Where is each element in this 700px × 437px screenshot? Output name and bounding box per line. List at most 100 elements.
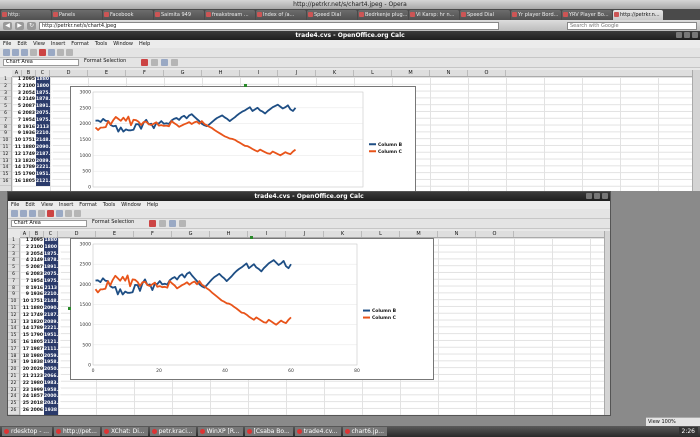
row-header[interactable]: 7 — [8, 279, 19, 286]
row-header[interactable]: 16 — [0, 179, 11, 186]
cell[interactable]: 1891.1 — [44, 265, 61, 272]
cell[interactable]: 7 — [12, 118, 22, 125]
column-header[interactable]: D — [58, 231, 96, 237]
resize-handle[interactable] — [244, 84, 247, 87]
cell[interactable]: 16 — [20, 340, 30, 347]
column-header[interactable]: K — [324, 231, 362, 237]
new-icon[interactable] — [11, 210, 18, 217]
browser-tab[interactable]: Facebook — [103, 10, 153, 20]
row-header[interactable]: 11 — [8, 306, 19, 313]
menu-item-view[interactable]: View — [41, 201, 53, 209]
cell[interactable]: 1749 — [30, 313, 44, 320]
menu-item-insert[interactable]: Insert — [59, 201, 73, 209]
cell[interactable]: 2100 — [22, 84, 36, 91]
taskbar-item[interactable]: XChat: Di... — [101, 427, 148, 436]
row-header[interactable]: 5 — [0, 104, 11, 111]
menu-item-help[interactable]: Help — [147, 201, 158, 209]
cell[interactable]: 2087 — [30, 265, 44, 272]
cell[interactable]: 2123 — [30, 374, 44, 381]
column-header[interactable]: F — [134, 231, 172, 237]
column-header[interactable]: G — [172, 231, 210, 237]
cell[interactable]: 2095 — [22, 77, 36, 84]
cell[interactable]: 1751 — [30, 299, 44, 306]
column-header[interactable]: M — [392, 70, 430, 76]
row-header[interactable]: 10 — [0, 138, 11, 145]
cell[interactable]: 1980 — [30, 381, 44, 388]
cell[interactable]: 5 — [20, 265, 30, 272]
forward-button[interactable]: ▶ — [15, 21, 24, 30]
cell[interactable]: 25 — [20, 401, 30, 408]
zoom-indicator[interactable]: View 100% — [646, 417, 700, 426]
maximize-icon[interactable] — [684, 32, 690, 38]
taskbar-item[interactable]: WinXP [R... — [197, 427, 243, 436]
print-icon[interactable] — [30, 49, 37, 56]
row-header[interactable]: 2 — [0, 84, 11, 91]
cell[interactable]: 12 — [20, 313, 30, 320]
cell[interactable]: 2006 — [30, 408, 44, 415]
cell[interactable]: 1751 — [22, 138, 36, 145]
cell[interactable]: 22 — [20, 381, 30, 388]
row-header[interactable]: 22 — [8, 381, 19, 388]
browser-tab[interactable]: YRV Player Bo... — [562, 10, 612, 20]
redo-icon[interactable] — [74, 210, 81, 217]
browser-tab[interactable]: Panels — [52, 10, 102, 20]
browser-tab[interactable]: Yr player Bord... — [511, 10, 561, 20]
column-header[interactable]: I — [240, 70, 278, 76]
column-header[interactable]: O — [476, 231, 514, 237]
cell[interactable]: 15 — [12, 172, 22, 179]
cell[interactable]: 1800 — [36, 84, 50, 91]
column-header[interactable]: N — [438, 231, 476, 237]
menu-item-view[interactable]: View — [33, 40, 45, 48]
browser-tab[interactable]: freakstream ... — [205, 10, 255, 20]
cell[interactable]: 1805 — [30, 340, 44, 347]
menu-item-format[interactable]: Format — [71, 40, 89, 48]
column-header[interactable]: M — [400, 231, 438, 237]
browser-tab[interactable]: Speed Dial — [307, 10, 357, 20]
row-header[interactable]: 21 — [8, 374, 19, 381]
cell[interactable]: 2075.2 — [36, 111, 53, 118]
vertical-scrollbar[interactable] — [692, 70, 700, 191]
cell[interactable]: 2029 — [30, 367, 44, 374]
column-header[interactable]: G — [164, 70, 202, 76]
cell[interactable]: 1749 — [22, 152, 36, 159]
cell[interactable]: 1938 — [44, 408, 58, 415]
column-header[interactable]: I — [248, 231, 286, 237]
chart-element-select[interactable]: Chart Area — [11, 220, 87, 227]
copy-icon[interactable] — [56, 210, 63, 217]
browser-tab[interactable]: Index of /a... — [256, 10, 306, 20]
chart-element-select[interactable]: Chart Area — [3, 59, 79, 66]
row-header[interactable]: 1 — [0, 77, 11, 84]
redo-icon[interactable] — [66, 49, 73, 56]
taskbar-item[interactable]: trade4.cv... — [294, 427, 341, 436]
taskbar-item[interactable]: rdesktop - ... — [2, 427, 52, 436]
minimize-icon[interactable] — [586, 193, 592, 199]
column-header[interactable]: L — [354, 70, 392, 76]
column-header[interactable]: B — [30, 231, 44, 237]
copy-icon[interactable] — [48, 49, 55, 56]
grid-icon[interactable] — [169, 220, 176, 227]
cell[interactable]: 11 — [20, 306, 30, 313]
print-icon[interactable] — [38, 210, 45, 217]
cell[interactable]: 1951.7 — [44, 333, 61, 340]
cell[interactable]: 2095 — [30, 238, 44, 245]
format-selection-button[interactable]: Format Selection — [82, 59, 138, 66]
column-header[interactable]: H — [202, 70, 240, 76]
cell[interactable]: 1880 — [30, 306, 44, 313]
cell[interactable]: 1880 — [36, 77, 50, 84]
cell[interactable]: 11 — [12, 145, 22, 152]
format-selection-button[interactable]: Format Selection — [90, 220, 146, 227]
save-icon[interactable] — [29, 210, 36, 217]
cell[interactable]: 20 — [20, 367, 30, 374]
cut-icon[interactable] — [47, 210, 54, 217]
browser-tab[interactable]: http://petrkr.n... — [613, 10, 663, 20]
menu-item-file[interactable]: File — [3, 40, 11, 48]
cell[interactable]: 16 — [12, 179, 22, 186]
menu-item-edit[interactable]: Edit — [17, 40, 27, 48]
cell[interactable]: 1891.1 — [36, 104, 53, 111]
cell[interactable]: 21 — [20, 374, 30, 381]
menu-item-window[interactable]: Window — [121, 201, 141, 209]
column-header[interactable]: N — [430, 70, 468, 76]
cell[interactable]: 2087 — [22, 104, 36, 111]
chart-back[interactable]: 3000 2500 2000 1500 1000 500 0 Column B Column C — [70, 86, 416, 191]
cell[interactable]: 2121.5 — [36, 179, 53, 186]
